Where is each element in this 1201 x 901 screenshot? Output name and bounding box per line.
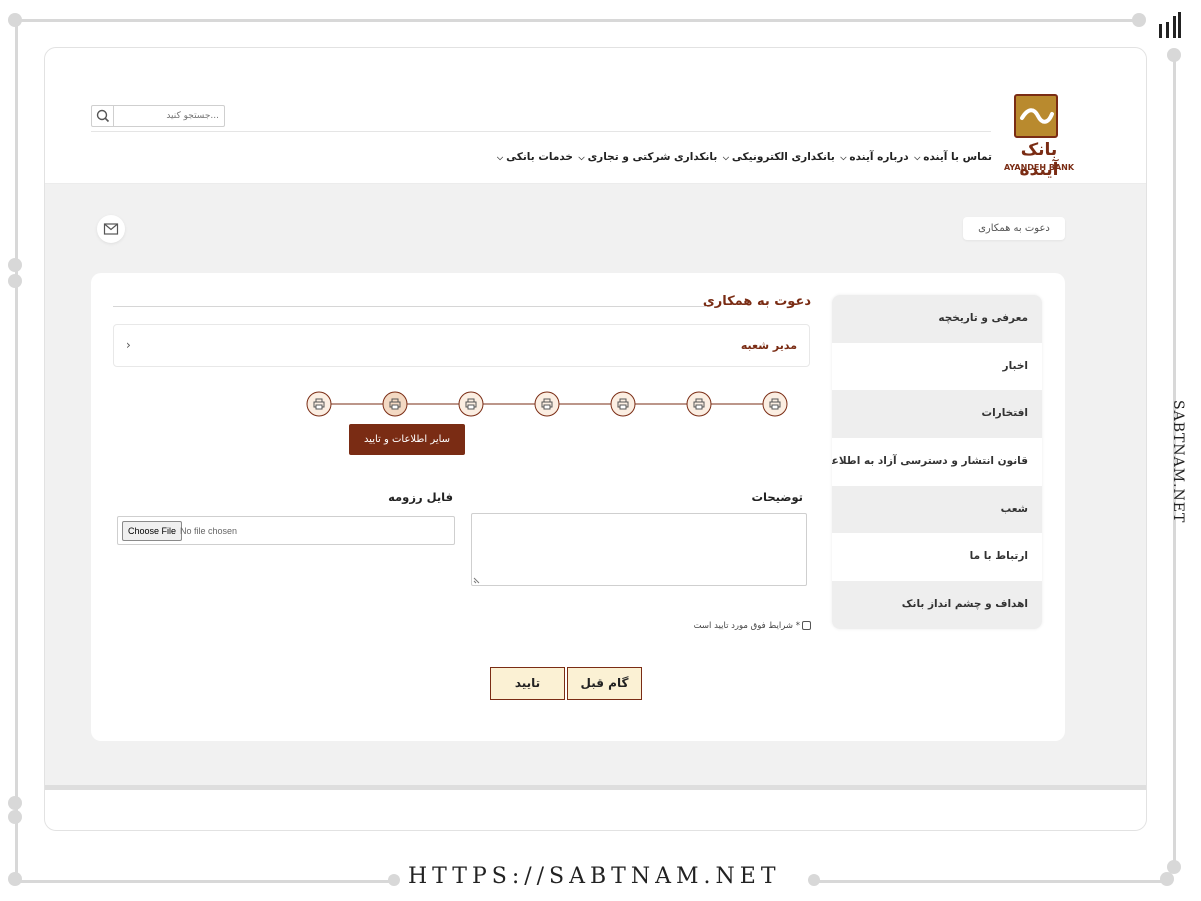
sidebar-item-history[interactable]: معرفی و تاریخچه <box>832 295 1042 343</box>
chevron-right-icon: › <box>126 338 131 352</box>
sabtnam-logo-icon <box>1159 12 1181 38</box>
nav-item-corporate-banking[interactable]: بانکداری شرکتی و تجاری⌵ <box>578 151 717 163</box>
printer-icon <box>693 398 705 410</box>
chevron-down-icon: ⌵ <box>722 153 729 162</box>
watermark-side-text: SABTNAM.NET <box>1170 400 1186 524</box>
chevron-down-icon: ⌵ <box>840 153 847 162</box>
search-box <box>91 105 225 127</box>
browser-page: خدمات بانکی⌵ بانکداری شرکتی و تجاری⌵ بان… <box>44 47 1147 831</box>
role-accordion[interactable]: مدیر شعبه › <box>113 324 810 367</box>
wizard-step-1[interactable] <box>762 391 788 417</box>
footer-area <box>45 790 1146 830</box>
nav-item-banking-services[interactable]: خدمات بانکی⌵ <box>497 151 573 163</box>
sidebar-item-honors[interactable]: افتخارات <box>832 390 1042 439</box>
confirm-button[interactable]: تایید <box>490 667 565 700</box>
wizard-step-2[interactable] <box>686 391 712 417</box>
wizard-step-4[interactable] <box>534 391 560 417</box>
main-nav: خدمات بانکی⌵ بانکداری شرکتی و تجاری⌵ بان… <box>497 148 992 166</box>
resize-handle-icon[interactable] <box>473 576 481 584</box>
bank-name-latin: AYANDEH BANK <box>1003 163 1075 172</box>
file-status: No file chosen <box>180 526 238 536</box>
printer-icon <box>389 398 401 410</box>
description-label: توضیحات <box>751 490 804 504</box>
choose-file-button[interactable]: Choose File <box>122 521 183 541</box>
search-input[interactable] <box>115 106 223 126</box>
chevron-down-icon: ⌵ <box>914 153 921 162</box>
watermark-footer-url: HTTPS://SABTNAM.NET <box>408 864 781 889</box>
nav-item-label: خدمات بانکی <box>506 151 573 163</box>
agree-row: * شرایط فوق مورد تایید است <box>691 621 811 635</box>
agree-checkbox[interactable] <box>802 621 811 630</box>
resume-file-input[interactable]: Choose File No file chosen <box>117 516 455 545</box>
nav-item-label: درباره آینده <box>849 151 909 163</box>
wizard-step-7[interactable] <box>306 391 332 417</box>
site-header: خدمات بانکی⌵ بانکداری شرکتی و تجاری⌵ بان… <box>45 48 1146 184</box>
nav-item-label: بانکداری شرکتی و تجاری <box>587 151 718 163</box>
mail-icon[interactable] <box>97 215 125 243</box>
chevron-down-icon: ⌵ <box>497 153 504 162</box>
side-menu: معرفی و تاریخچه اخبار افتخارات قانون انت… <box>832 295 1042 629</box>
page-title: دعوت به همکاری <box>702 294 811 309</box>
wizard-step-6[interactable] <box>382 391 408 417</box>
sidebar-item-branches[interactable]: شعب <box>832 485 1042 534</box>
previous-step-button[interactable]: گام قبل <box>567 667 642 700</box>
chevron-down-icon: ⌵ <box>578 153 585 162</box>
wizard-step-5[interactable] <box>458 391 484 417</box>
resume-label: فایل رزومه <box>388 490 453 504</box>
printer-icon <box>769 398 781 410</box>
content-card: معرفی و تاریخچه اخبار افتخارات قانون انت… <box>91 273 1065 741</box>
bank-emblem-icon <box>1014 94 1058 138</box>
printer-icon <box>313 398 325 410</box>
role-title: مدیر شعبه <box>740 339 797 352</box>
wizard-step-3[interactable] <box>610 391 636 417</box>
description-textarea[interactable] <box>471 513 807 586</box>
sidebar-item-contact[interactable]: ارتباط با ما <box>832 533 1042 582</box>
agree-label: * شرایط فوق مورد تایید است <box>693 621 800 631</box>
nav-item-label: بانکداری الکترونیکی <box>731 151 835 163</box>
sidebar-item-news[interactable]: اخبار <box>832 342 1042 391</box>
title-divider <box>113 306 707 307</box>
step-tooltip: سایر اطلاعات و تایید <box>349 424 465 455</box>
nav-item-label: تماس با آینده <box>923 151 992 163</box>
nav-item-about[interactable]: درباره آینده⌵ <box>840 151 908 163</box>
breadcrumb[interactable]: دعوت به همکاری <box>963 217 1065 240</box>
bank-logo[interactable]: بانک آینده AYANDEH BANK <box>1000 94 1078 180</box>
bank-name: بانک آینده <box>1019 140 1059 180</box>
nav-item-e-banking[interactable]: بانکداری الکترونیکی⌵ <box>723 151 835 163</box>
search-icon[interactable] <box>92 106 114 126</box>
sidebar-item-information-access[interactable]: قانون انتشار و دسترسی آزاد به اطلاعات <box>832 438 1042 486</box>
printer-icon <box>465 398 477 410</box>
printer-icon <box>541 398 553 410</box>
printer-icon <box>617 398 629 410</box>
header-divider <box>91 131 991 132</box>
sidebar-item-goals[interactable]: اهداف و چشم انداز بانک <box>832 581 1042 629</box>
nav-item-contact[interactable]: تماس با آینده⌵ <box>914 151 992 163</box>
